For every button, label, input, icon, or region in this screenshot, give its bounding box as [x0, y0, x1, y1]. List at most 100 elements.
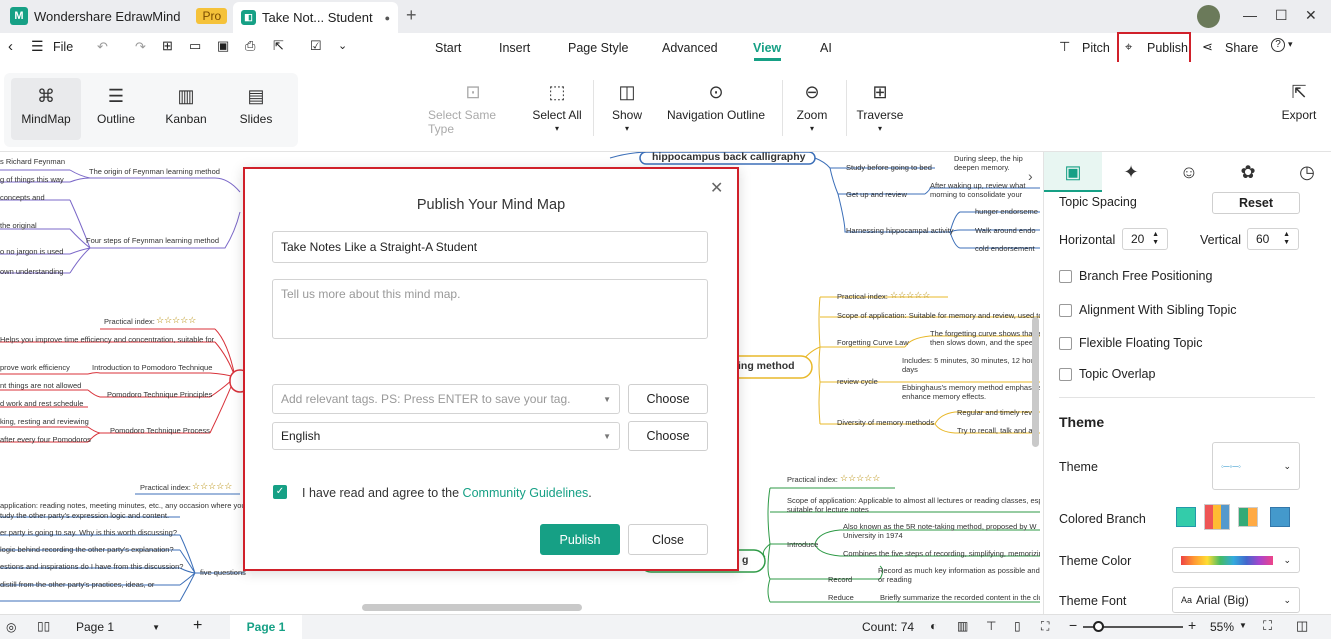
collapse-panel-icon[interactable]: ◫: [1296, 618, 1308, 634]
map-node[interactable]: Study before going to bed: [846, 163, 932, 172]
map-node[interactable]: After waking up, review what: [930, 181, 1025, 190]
spin-arrows-icon[interactable]: ▲ ▼: [1283, 231, 1290, 247]
map-node[interactable]: Forgetting Curve Law: [837, 338, 909, 347]
vertical-spinbox[interactable]: 60 ▲ ▼: [1247, 228, 1299, 250]
outline-view-button[interactable]: ☰ Outline: [84, 78, 148, 140]
tab-view[interactable]: View: [753, 41, 781, 55]
vertical-scrollbar[interactable]: [1032, 317, 1039, 447]
export-small-icon[interactable]: ⇱: [273, 38, 284, 54]
map-node[interactable]: then slows down, and the speed: [930, 338, 1037, 347]
map-node[interactable]: University in 1974: [843, 531, 903, 540]
export-button[interactable]: ⇱ Export: [1278, 82, 1320, 122]
map-node[interactable]: distill from the other party's practices…: [0, 580, 154, 589]
map-node[interactable]: Briefly summarize the recorded content i…: [880, 593, 1040, 602]
undo-icon[interactable]: ↶: [97, 39, 108, 55]
map-node[interactable]: Practical index:: [140, 483, 191, 492]
map-node[interactable]: application: reading notes, meeting minu…: [0, 501, 246, 510]
map-node[interactable]: own understanding: [0, 267, 63, 276]
map-node[interactable]: deepen memory.: [954, 163, 1010, 172]
file-menu[interactable]: File: [53, 40, 73, 54]
fit-screen-icon[interactable]: ⛶: [1263, 618, 1272, 634]
map-node[interactable]: estions and inspirations do I have from …: [0, 562, 183, 571]
map-node[interactable]: Get up and review: [846, 190, 907, 199]
fit-page-icon[interactable]: ▯: [1014, 619, 1021, 633]
horizontal-spinbox[interactable]: 20 ▲ ▼: [1122, 228, 1168, 250]
zoom-chevron-icon[interactable]: ▼: [1239, 621, 1247, 630]
map-node[interactable]: Record: [828, 575, 852, 584]
add-page-icon[interactable]: +: [193, 617, 202, 635]
map-node[interactable]: Practical index:: [837, 292, 888, 301]
description-textarea[interactable]: Tell us more about this mind map.: [272, 279, 708, 339]
tab-close-dot-icon[interactable]: ●: [385, 13, 390, 23]
map-settings-icon[interactable]: ◎: [6, 620, 16, 634]
new-tab-icon[interactable]: +: [406, 5, 417, 26]
reset-button[interactable]: Reset: [1212, 192, 1300, 214]
map-node[interactable]: logic behind recording the other party's…: [0, 545, 174, 554]
map-node[interactable]: Helps you improve time efficiency and co…: [0, 335, 214, 344]
map-node[interactable]: cold endorsement: [975, 244, 1035, 253]
focus-mode-icon[interactable]: ◐: [930, 619, 937, 633]
map-node[interactable]: Scope of application: Suitable for memor…: [837, 311, 1040, 320]
zoom-out-icon[interactable]: −: [1069, 617, 1077, 633]
map-node[interactable]: king, resting and reviewing: [0, 417, 89, 426]
map-node[interactable]: d work and rest schedule: [0, 399, 83, 408]
tab-page-style[interactable]: Page Style: [568, 41, 628, 55]
map-node[interactable]: Record as much key information as possib…: [878, 566, 1040, 575]
tab-start[interactable]: Start: [435, 41, 461, 55]
map-node[interactable]: suitable for lecture notes: [787, 505, 869, 514]
map-node[interactable]: Regular and timely revie: [957, 408, 1038, 417]
panel-collapse-icon[interactable]: ›: [1028, 168, 1033, 184]
map-node[interactable]: o no jargon is used: [0, 247, 63, 256]
map-node[interactable]: or reading: [878, 575, 912, 584]
page-select[interactable]: Page 1 ▼: [68, 617, 168, 637]
map-node[interactable]: review cycle: [837, 377, 878, 386]
mindmap-view-button[interactable]: ⌘ MindMap: [11, 78, 81, 140]
map-node[interactable]: enhance memory effects.: [902, 392, 986, 401]
map-node[interactable]: hunger endorseme: [975, 207, 1038, 216]
open-folder-icon[interactable]: ▭: [189, 38, 201, 54]
map-node[interactable]: prove work efficiency: [0, 363, 70, 372]
dialog-close-icon[interactable]: ✕: [710, 178, 723, 198]
map-node[interactable]: morning to consolidate your: [930, 190, 1022, 199]
map-node[interactable]: Combines the five steps of recording, si…: [843, 549, 1040, 558]
kanban-view-button[interactable]: ▥ Kanban: [154, 78, 218, 140]
map-main-topic[interactable]: ing method: [738, 360, 795, 372]
map-main-topic[interactable]: g: [742, 554, 748, 566]
share-button[interactable]: Share: [1225, 41, 1258, 55]
colored-branch-option[interactable]: [1204, 504, 1230, 530]
emoji-icon[interactable]: ☺: [1160, 152, 1218, 192]
flexible-floating-checkbox[interactable]: Flexible Floating Topic: [1059, 336, 1202, 351]
map-node[interactable]: nt things are not allowed: [0, 381, 81, 390]
choose-tags-button[interactable]: Choose: [628, 384, 708, 414]
badge-icon[interactable]: ✿: [1219, 152, 1277, 192]
page-tab[interactable]: Page 1: [230, 615, 302, 639]
help-chevron-icon[interactable]: ▾: [1288, 39, 1293, 50]
ai-sparkle-icon[interactable]: ✦: [1102, 152, 1160, 192]
map-node[interactable]: Introduction to Pomodoro Technique: [92, 363, 212, 372]
zoom-level[interactable]: 55%: [1210, 620, 1234, 634]
page-list-icon[interactable]: ▯▯: [37, 619, 50, 633]
map-node[interactable]: er party is going to say. Why is this wo…: [0, 528, 177, 537]
save-icon[interactable]: ▣: [217, 38, 229, 54]
tags-input[interactable]: Add relevant tags. PS: Press ENTER to sa…: [272, 384, 620, 414]
map-node[interactable]: Introduce: [787, 540, 818, 549]
navigation-outline-button[interactable]: ⊙ Navigation Outline: [664, 82, 768, 122]
map-node[interactable]: Try to recall, talk and a: [957, 426, 1033, 435]
map-node[interactable]: Pomodoro Technique Principles: [107, 390, 212, 399]
dropdown-caret-icon[interactable]: ▼: [603, 395, 611, 404]
checkbox-box[interactable]: [1059, 270, 1072, 284]
map-node[interactable]: Walk around endo: [975, 226, 1036, 235]
traverse-button[interactable]: ⊞ Traverse ▾: [856, 82, 904, 133]
redo-icon[interactable]: ↷: [135, 39, 146, 55]
map-node[interactable]: Diversity of memory methods: [837, 418, 934, 427]
map-node[interactable]: Ebbinghaus's memory method emphasize: [902, 383, 1040, 392]
map-node[interactable]: concepts and: [0, 193, 45, 202]
back-icon[interactable]: ‹: [8, 38, 13, 55]
checkbox-box[interactable]: [1059, 304, 1072, 318]
map-node[interactable]: Harnessing hippocampal activity: [846, 226, 954, 235]
close-window-button[interactable]: ✕: [1305, 7, 1317, 24]
map-node[interactable]: g of things this way: [0, 175, 64, 184]
map-node[interactable]: The forgetting curve shows that a: [930, 329, 1040, 338]
map-node[interactable]: Practical index:: [104, 317, 155, 326]
colored-branch-option[interactable]: [1270, 507, 1290, 527]
